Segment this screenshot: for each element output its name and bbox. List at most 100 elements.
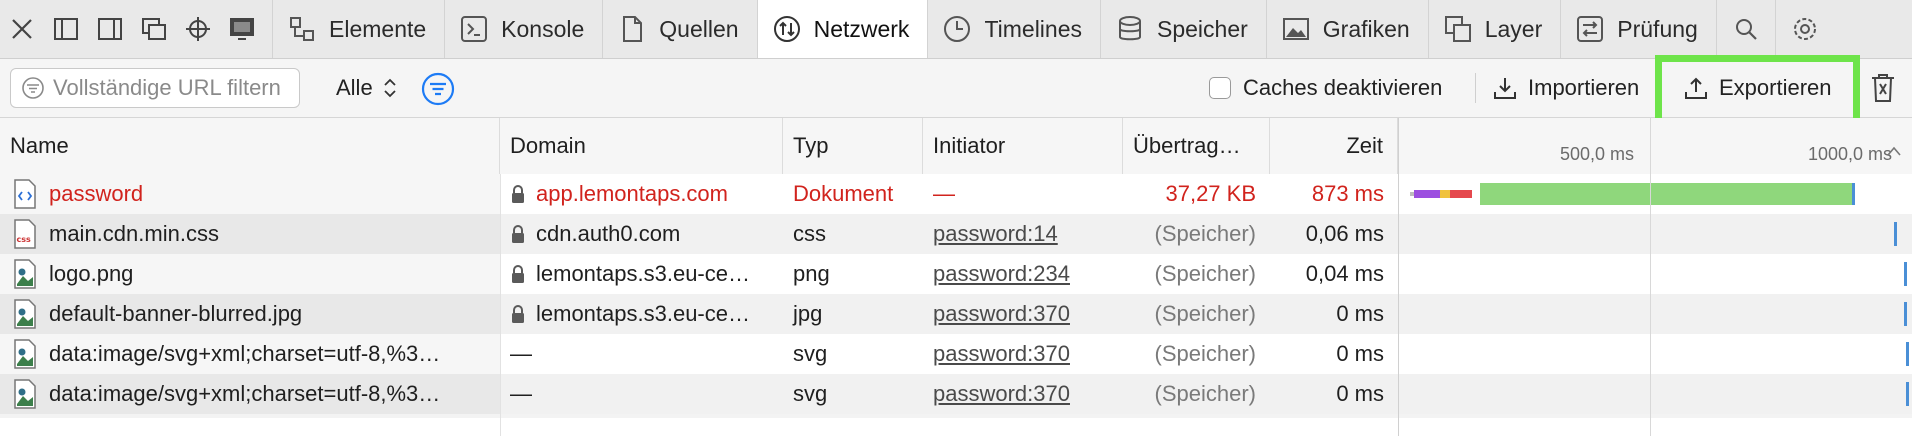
filter-bar: Alle Caches deaktivieren Importieren Exp… [0, 59, 1912, 118]
transferred-value: (Speicher) [1154, 381, 1256, 406]
settings-icon[interactable] [1774, 0, 1834, 58]
waterfall-divider [1398, 118, 1399, 436]
initiator-value: — [933, 181, 955, 206]
devtools-tabbar: Elemente Konsole Quellen Netzwerk Timeli… [0, 0, 1912, 59]
initiator-value[interactable]: password:234 [933, 261, 1070, 287]
cell-time: 873 ms [1270, 174, 1398, 214]
tab-netzwerk[interactable]: Netzwerk [756, 0, 928, 58]
disable-caches-label: Caches deaktivieren [1243, 75, 1443, 100]
initiator-value[interactable]: password:370 [933, 381, 1070, 407]
domain-value: lemontaps.s3.eu-ce… [536, 301, 750, 326]
tab-konsole[interactable]: Konsole [444, 0, 602, 58]
network-icon [773, 16, 800, 42]
initiator-value[interactable]: password:370 [933, 341, 1070, 367]
tab-label: Prüfung [1617, 15, 1698, 42]
url-filter-input[interactable] [51, 74, 295, 102]
tab-elemente[interactable]: Elemente [272, 0, 444, 58]
resource-type-select[interactable]: Alle [336, 71, 397, 105]
cell-type: png [783, 254, 923, 294]
cell-time: 0 ms [1270, 374, 1398, 414]
table-row[interactable]: data:image/svg+xml;charset=utf-8,%3… — svg… [0, 374, 1912, 414]
close-icon[interactable] [0, 0, 44, 58]
waterfall-gridline [1650, 174, 1651, 436]
cell-time: 0,04 ms [1270, 254, 1398, 294]
element-picker-icon[interactable] [176, 0, 220, 58]
filter-options-icon[interactable] [420, 71, 456, 107]
resource-type-value: Alle [336, 75, 373, 100]
table-row[interactable]: logo.png lemontaps.s3.eu-ce… png password:2… [0, 254, 1912, 294]
transferred-value: (Speicher) [1154, 261, 1256, 286]
column-header-time[interactable]: Zeit [1270, 118, 1398, 174]
audit-icon [1577, 16, 1604, 42]
column-header-domain[interactable]: Domain [500, 118, 783, 174]
table-row[interactable]: default-banner-blurred.jpg lemontaps.s3.e… [0, 294, 1912, 334]
cell-name[interactable]: css main.cdn.min.css [0, 214, 500, 254]
cell-waterfall [1398, 294, 1912, 334]
time-value: 0 ms [1336, 341, 1384, 366]
type-value: png [793, 261, 830, 286]
tab-grafiken[interactable]: Grafiken [1265, 0, 1428, 58]
type-value: css [793, 221, 826, 246]
waterfall-bar-marker [1906, 342, 1909, 366]
cell-initiator[interactable]: password:370 [923, 334, 1123, 374]
cell-name[interactable]: password [0, 174, 500, 214]
type-value: svg [793, 381, 828, 406]
waterfall-bar-marker [1906, 382, 1909, 406]
cell-initiator[interactable]: password:14 [923, 214, 1123, 254]
waterfall-bar-segment [1480, 183, 1852, 205]
initiator-value[interactable]: password:370 [933, 301, 1070, 327]
url-filter-field[interactable] [10, 68, 300, 108]
lock-icon [512, 305, 524, 323]
cell-waterfall [1398, 174, 1912, 214]
waterfall-bar-segment [1852, 183, 1855, 205]
clear-log-icon[interactable] [1869, 72, 1897, 104]
header-label: Domain [510, 133, 586, 158]
cell-waterfall [1398, 254, 1912, 294]
cell-transferred: (Speicher) [1123, 374, 1270, 414]
cell-type: jpg [783, 294, 923, 334]
cell-name[interactable]: data:image/svg+xml;charset=utf-8,%3… [0, 334, 500, 374]
image-file-icon [14, 299, 36, 329]
header-label: Typ [793, 133, 829, 158]
waterfall-bar-marker [1904, 302, 1907, 326]
document-icon [14, 179, 36, 209]
cell-initiator[interactable]: password:370 [923, 374, 1123, 414]
table-row[interactable]: data:image/svg+xml;charset=utf-8,%3… — svg… [0, 334, 1912, 374]
table-row[interactable]: css main.cdn.min.css cdn.auth0.com css passw… [0, 214, 1912, 254]
cell-domain: app.lemontaps.com [500, 174, 783, 214]
cell-name[interactable]: logo.png [0, 254, 500, 294]
cell-transferred: (Speicher) [1123, 294, 1270, 334]
tab-timelines[interactable]: Timelines [927, 0, 1100, 58]
import-button[interactable]: Importieren [1492, 69, 1639, 107]
transferred-value: (Speicher) [1154, 301, 1256, 326]
device-preview-icon[interactable] [220, 0, 264, 58]
tab-label: Elemente [329, 15, 427, 42]
tab-speicher[interactable]: Speicher [1100, 0, 1266, 58]
cell-initiator[interactable]: password:234 [923, 254, 1123, 294]
cell-name[interactable]: data:image/svg+xml;charset=utf-8,%3… [0, 374, 500, 414]
table-row[interactable]: password app.lemontaps.com Dokument — 37,27 … [0, 174, 1912, 214]
cell-domain: — [500, 374, 783, 414]
initiator-value[interactable]: password:14 [933, 221, 1058, 247]
tab-layer[interactable]: Layer [1427, 0, 1561, 58]
tab-quellen[interactable]: Quellen [602, 0, 756, 58]
dock-left-icon[interactable] [44, 0, 88, 58]
search-icon[interactable] [1715, 0, 1775, 58]
column-header-initiator[interactable]: Initiator [923, 118, 1123, 174]
cell-transferred: (Speicher) [1123, 334, 1270, 374]
dock-right-icon[interactable] [88, 0, 132, 58]
column-header-name[interactable]: Name [0, 118, 500, 174]
column-header-transferred[interactable]: Übertrag… [1123, 118, 1270, 174]
column-header-type[interactable]: Typ [783, 118, 923, 174]
disable-caches-checkbox[interactable] [1209, 77, 1231, 99]
chevron-up-icon[interactable] [1886, 144, 1902, 158]
resource-name: main.cdn.min.css [49, 221, 219, 246]
cell-time: 0 ms [1270, 294, 1398, 334]
tick-label: 500,0 ms [1560, 144, 1635, 164]
domain-value: — [510, 341, 532, 366]
cell-name[interactable]: default-banner-blurred.jpg [0, 294, 500, 334]
tab-pruefung[interactable]: Prüfung [1560, 0, 1716, 58]
cell-initiator[interactable]: password:370 [923, 294, 1123, 334]
disable-caches-toggle[interactable]: Caches deaktivieren [1209, 72, 1442, 104]
undock-window-icon[interactable] [132, 0, 176, 58]
